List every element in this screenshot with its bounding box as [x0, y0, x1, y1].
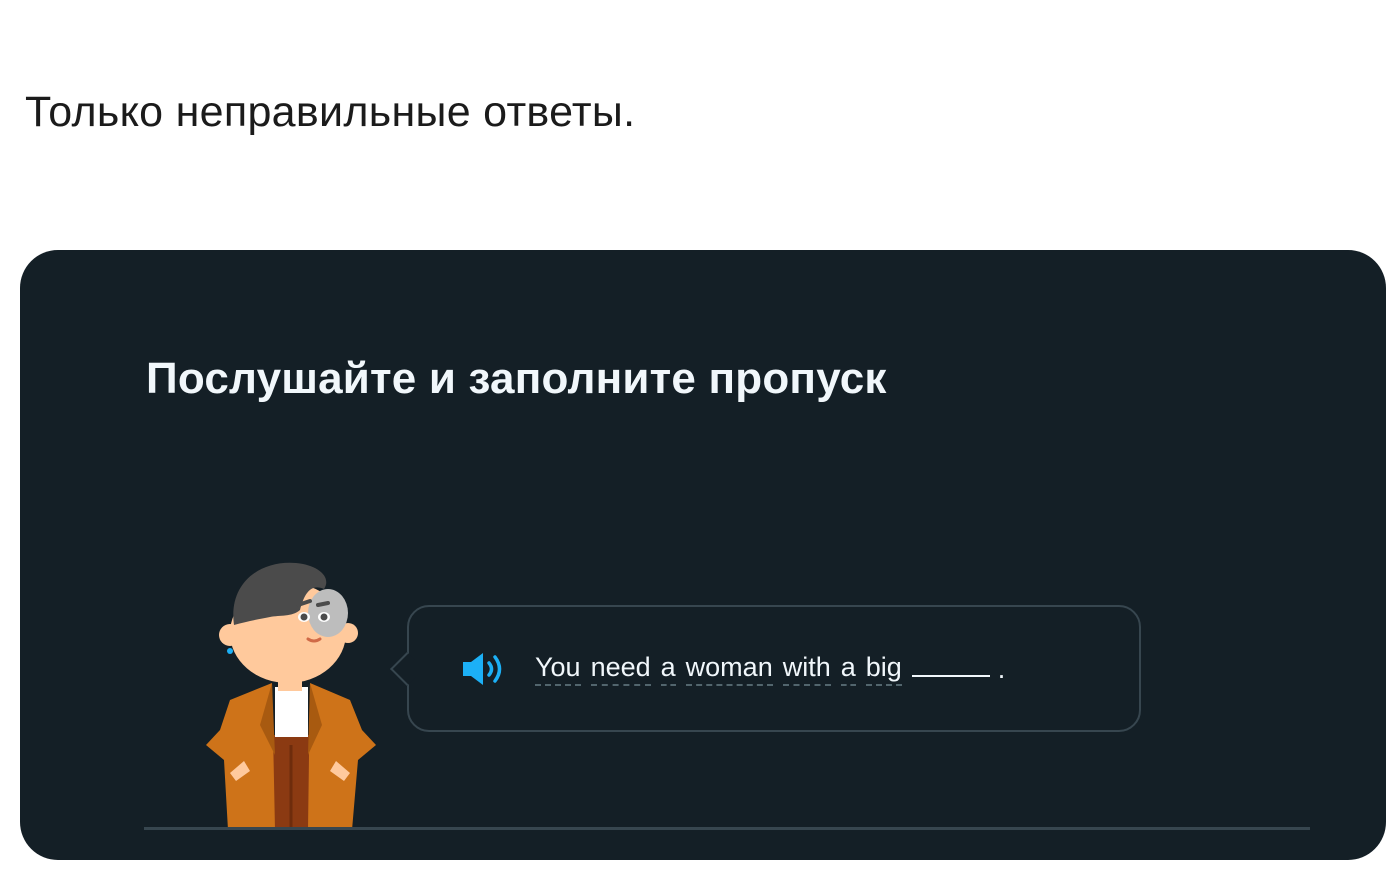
sentence-word[interactable]: You — [535, 652, 581, 686]
sentence-bubble: You need a woman with a big . — [390, 605, 1141, 732]
sentence-word[interactable]: a — [840, 652, 856, 686]
sentence-word[interactable]: need — [590, 652, 651, 686]
exercise-card: Послушайте и заполните пропуск You need … — [20, 250, 1386, 860]
sentence-word[interactable]: woman — [685, 652, 773, 686]
character-jacket-right — [308, 683, 376, 830]
character-illustration — [206, 562, 376, 830]
speaker-icon[interactable] — [457, 649, 513, 689]
bubble-tail — [390, 652, 424, 686]
character-jacket-left — [206, 683, 275, 830]
sentence-period: . — [997, 653, 1006, 684]
sentence: You need a woman with a big . — [535, 649, 1005, 689]
character-shirt — [275, 687, 308, 737]
exercise-instruction: Послушайте и заполните пропуск — [146, 354, 887, 403]
ground-line — [144, 827, 1310, 830]
sentence-word[interactable]: with — [782, 652, 831, 686]
post-caption: Только неправильные ответы. — [25, 88, 636, 136]
sentence-word[interactable]: big — [865, 652, 902, 686]
sentence-word[interactable]: a — [660, 652, 676, 686]
answer-blank[interactable] — [911, 675, 990, 677]
